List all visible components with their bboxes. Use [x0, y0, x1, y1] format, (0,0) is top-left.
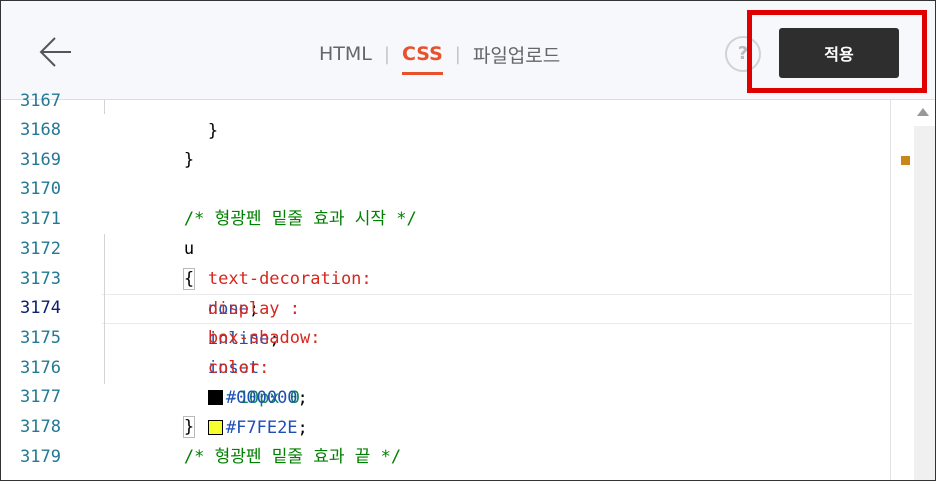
line-number: 3167: [20, 91, 61, 111]
editor-tabs: HTML | CSS | 파일업로드: [319, 39, 560, 75]
line-number: 3171: [20, 209, 61, 229]
scroll-up-icon[interactable]: [917, 108, 929, 116]
line-number: 3176: [20, 358, 61, 378]
line-number: 3172: [20, 239, 61, 259]
code-editor[interactable]: 3167 3168 3169 3170 3171 3172 3173 3174 …: [1, 91, 935, 480]
line-number: 3177: [20, 387, 61, 407]
code-semicolon: ;: [297, 388, 308, 408]
line-number: 3178: [20, 417, 61, 437]
color-swatch-black[interactable]: [207, 390, 223, 405]
tab-html[interactable]: HTML: [319, 43, 372, 65]
code-comment: /* 형광펜 밑줄 효과 시작 */: [183, 209, 417, 229]
code-line: /* 형광펜 밑줄 효과 시작 */: [102, 174, 417, 229]
code-line: u {: [102, 204, 196, 290]
code-color-value: #000000: [225, 388, 298, 408]
code-line: /* 형광펜 밑줄 효과 끝 */: [102, 412, 401, 467]
code-property: color:: [207, 358, 270, 378]
tab-separator: |: [383, 43, 390, 65]
back-button[interactable]: [29, 29, 79, 75]
code-comment: /* 형광펜 밑줄 효과 끝 */: [183, 447, 402, 467]
tab-file-upload[interactable]: 파일업로드: [473, 41, 560, 68]
line-number: 3173: [20, 269, 61, 289]
arrow-left-icon: [39, 37, 71, 67]
code-line: color: #000000;: [126, 323, 308, 408]
code-line: }: [126, 86, 218, 141]
line-number: 3169: [20, 150, 61, 170]
editor-ruler: [890, 100, 891, 480]
code-line: display : inline;: [126, 264, 300, 349]
code-line: text-decoration: none;: [126, 234, 372, 319]
code-line: }: [102, 115, 194, 170]
line-number-gutter: 3167 3168 3169 3170 3171 3172 3173 3174 …: [1, 91, 67, 480]
line-number: 3175: [20, 328, 61, 348]
code-line: }: [102, 382, 196, 438]
line-number-current: 3174: [20, 298, 61, 318]
code-lines: } } /* 형광펜 밑줄 효과 시작 */ u { text-decorati…: [102, 100, 892, 480]
vertical-scrollbar[interactable]: [914, 126, 935, 480]
line-number: 3179: [20, 447, 61, 467]
line-number: 3170: [20, 179, 61, 199]
code-token: }: [183, 150, 195, 170]
tab-separator: |: [454, 43, 461, 65]
code-token: }: [207, 121, 219, 141]
code-line-current: box-shadow: inset 0 -10px 0 #F7FE2E;: [126, 293, 320, 438]
line-number: 3168: [20, 120, 61, 140]
tab-css[interactable]: CSS: [401, 43, 443, 75]
css-editor-window: HTML | CSS | 파일업로드 ? 적용 3167 3168 3169 3…: [0, 0, 936, 481]
highlight-annotation-box: [747, 10, 927, 93]
overview-ruler-marker: [901, 156, 910, 165]
